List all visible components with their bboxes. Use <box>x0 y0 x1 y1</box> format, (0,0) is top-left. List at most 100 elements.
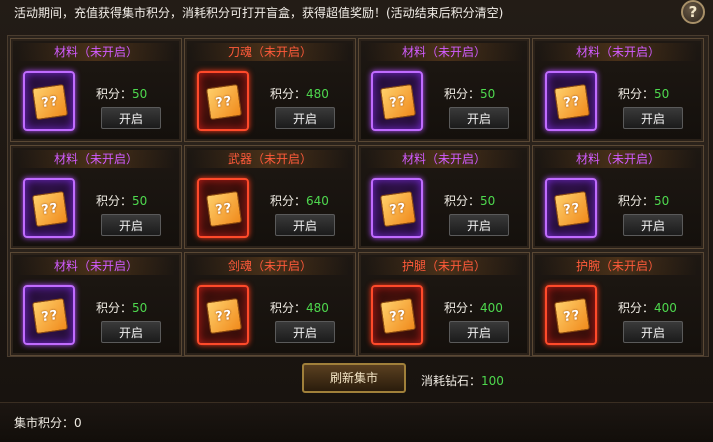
card-title: 材料（未开启） <box>17 43 175 61</box>
blind-box-grid: 材料（未开启） ?? 积分：50 开启 刀魂（未开启） ?? 积分：480 开启… <box>8 36 706 358</box>
card-score-label: 积分： <box>270 301 307 315</box>
open-box-button[interactable]: 开启 <box>449 214 509 236</box>
mystery-cube-icon: ?? <box>553 190 591 228</box>
diamond-cost-value: 100 <box>481 374 504 388</box>
mystery-cube-icon: ?? <box>379 297 417 335</box>
card-title: 材料（未开启） <box>365 43 523 61</box>
card-score: 积分：50 <box>96 85 147 102</box>
open-box-button[interactable]: 开启 <box>623 214 683 236</box>
open-box-button[interactable]: 开启 <box>275 107 335 129</box>
card-score-label: 积分： <box>444 301 481 315</box>
card-title: 材料（未开启） <box>17 257 175 275</box>
card-score-label: 积分： <box>618 301 655 315</box>
bottom-bar <box>0 402 713 442</box>
blind-box-icon: ?? <box>23 178 75 238</box>
card-score-value: 50 <box>480 194 496 208</box>
market-score: 集市积分：0 <box>14 416 82 430</box>
mystery-cube-icon: ?? <box>31 190 69 228</box>
mystery-cube-icon: ?? <box>205 297 243 335</box>
blind-box-icon: ?? <box>545 178 597 238</box>
blind-box-card: 材料（未开启） ?? 积分：50 开启 <box>10 145 182 249</box>
mystery-cube-icon: ?? <box>205 190 243 228</box>
card-score-value: 640 <box>306 194 329 208</box>
card-score-value: 50 <box>132 87 148 101</box>
card-title: 护腿（未开启） <box>365 257 523 275</box>
blind-box-grid-container: 材料（未开启） ?? 积分：50 开启 刀魂（未开启） ?? 积分：480 开启… <box>7 35 709 357</box>
card-score: 积分：480 <box>270 85 329 102</box>
blind-box-card: 材料（未开启） ?? 积分：50 开启 <box>532 145 704 249</box>
card-title: 材料（未开启） <box>539 43 697 61</box>
open-box-button[interactable]: 开启 <box>449 321 509 343</box>
mystery-cube-icon: ?? <box>379 83 417 121</box>
mystery-cube-icon: ?? <box>205 83 243 121</box>
card-score-label: 积分： <box>618 194 655 208</box>
card-score: 积分：50 <box>618 85 669 102</box>
refresh-market-button[interactable]: 刷新集市 <box>302 363 406 393</box>
open-box-button[interactable]: 开启 <box>275 214 335 236</box>
blind-box-card: 剑魂（未开启） ?? 积分：480 开启 <box>184 252 356 356</box>
open-box-button[interactable]: 开启 <box>623 321 683 343</box>
card-score: 积分：50 <box>96 192 147 209</box>
card-title: 刀魂（未开启） <box>191 43 349 61</box>
card-score-value: 400 <box>480 301 503 315</box>
mystery-cube-icon: ?? <box>31 297 69 335</box>
help-icon[interactable]: ? <box>681 0 705 24</box>
blind-box-icon: ?? <box>197 71 249 131</box>
blind-box-card: 材料（未开启） ?? 积分：50 开启 <box>358 145 530 249</box>
mystery-cube-icon: ?? <box>379 190 417 228</box>
card-score-value: 400 <box>654 301 677 315</box>
card-score: 积分：50 <box>96 299 147 316</box>
market-panel: 活动期间，充值获得集市积分，消耗积分可打开盲盒，获得超值奖励！(活动结束后积分清… <box>0 0 713 442</box>
card-score-label: 积分： <box>444 87 481 101</box>
card-score: 积分：400 <box>618 299 677 316</box>
blind-box-card: 材料（未开启） ?? 积分：50 开启 <box>358 38 530 142</box>
card-score-label: 积分： <box>96 87 133 101</box>
blind-box-card: 材料（未开启） ?? 积分：50 开启 <box>532 38 704 142</box>
card-title: 武器（未开启） <box>191 150 349 168</box>
blind-box-card: 武器（未开启） ?? 积分：640 开启 <box>184 145 356 249</box>
blind-box-icon: ?? <box>371 71 423 131</box>
diamond-cost-label: 消耗钻石： <box>421 374 482 388</box>
blind-box-icon: ?? <box>371 285 423 345</box>
blind-box-icon: ?? <box>23 285 75 345</box>
open-box-button[interactable]: 开启 <box>101 107 161 129</box>
card-score-label: 积分： <box>96 194 133 208</box>
card-score-value: 50 <box>132 301 148 315</box>
event-notice: 活动期间，充值获得集市积分，消耗积分可打开盲盒，获得超值奖励！(活动结束后积分清… <box>14 6 504 20</box>
card-title: 护腕（未开启） <box>539 257 697 275</box>
card-score-value: 50 <box>654 87 670 101</box>
card-title: 材料（未开启） <box>17 150 175 168</box>
mystery-cube-icon: ?? <box>553 83 591 121</box>
card-score: 积分：400 <box>444 299 503 316</box>
blind-box-card: 刀魂（未开启） ?? 积分：480 开启 <box>184 38 356 142</box>
blind-box-icon: ?? <box>545 285 597 345</box>
open-box-button[interactable]: 开启 <box>623 107 683 129</box>
diamond-cost: 消耗钻石：100 <box>421 372 504 389</box>
card-score: 积分：50 <box>618 192 669 209</box>
card-title: 材料（未开启） <box>539 150 697 168</box>
blind-box-icon: ?? <box>545 71 597 131</box>
card-score-value: 480 <box>306 87 329 101</box>
card-title: 剑魂（未开启） <box>191 257 349 275</box>
card-score: 积分：640 <box>270 192 329 209</box>
card-score-value: 50 <box>654 194 670 208</box>
blind-box-icon: ?? <box>197 285 249 345</box>
card-score-label: 积分： <box>270 194 307 208</box>
blind-box-card: 材料（未开启） ?? 积分：50 开启 <box>10 252 182 356</box>
blind-box-icon: ?? <box>197 178 249 238</box>
blind-box-card: 护腕（未开启） ?? 积分：400 开启 <box>532 252 704 356</box>
blind-box-card: 材料（未开启） ?? 积分：50 开启 <box>10 38 182 142</box>
card-title: 材料（未开启） <box>365 150 523 168</box>
card-score: 积分：50 <box>444 192 495 209</box>
blind-box-icon: ?? <box>23 71 75 131</box>
open-box-button[interactable]: 开启 <box>101 321 161 343</box>
blind-box-card: 护腿（未开启） ?? 积分：400 开启 <box>358 252 530 356</box>
open-box-button[interactable]: 开启 <box>101 214 161 236</box>
card-score: 积分：480 <box>270 299 329 316</box>
open-box-button[interactable]: 开启 <box>449 107 509 129</box>
card-score-value: 480 <box>306 301 329 315</box>
card-score-value: 50 <box>132 194 148 208</box>
open-box-button[interactable]: 开启 <box>275 321 335 343</box>
mystery-cube-icon: ?? <box>553 297 591 335</box>
card-score: 积分：50 <box>444 85 495 102</box>
